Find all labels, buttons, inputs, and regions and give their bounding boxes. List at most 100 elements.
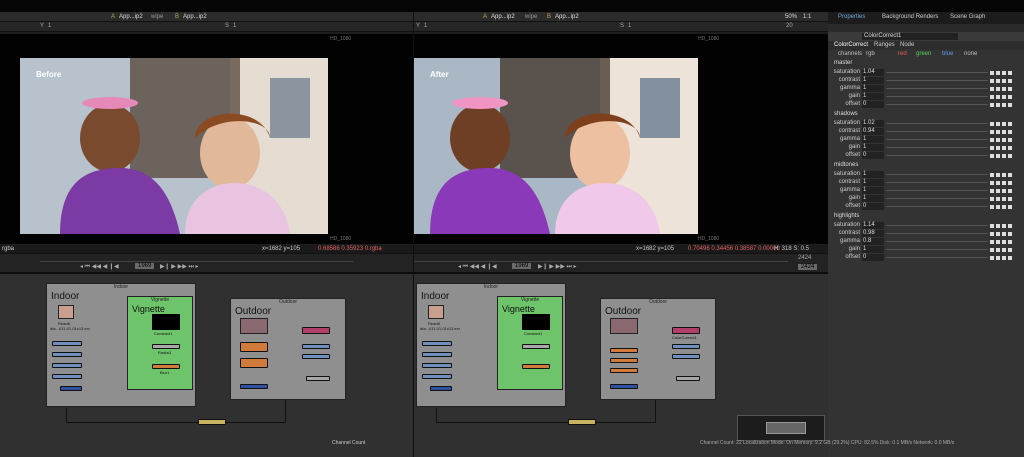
midtones-contrast-channel-icons[interactable]	[990, 180, 1018, 186]
midtones-gain-value[interactable]: 1	[862, 195, 884, 202]
playback-controls[interactable]: ◂ ⏮ ◀◀ ◀ ❙◀	[80, 263, 119, 271]
master-gain-slider[interactable]	[886, 96, 988, 97]
master-gamma-channel-icons[interactable]	[990, 86, 1018, 92]
highlights-gain-value[interactable]: 1	[862, 246, 884, 253]
input-a-tab[interactable]: App...ip2	[116, 13, 146, 21]
node-cc-outdoor-right[interactable]	[672, 327, 700, 334]
master-saturation-value[interactable]: 1.04	[862, 69, 884, 76]
chan-blue[interactable]: blue	[942, 51, 953, 57]
shadows-contrast-value[interactable]: 0.94	[862, 128, 884, 135]
shadows-contrast-slider[interactable]	[886, 131, 988, 132]
midtones-offset-channel-icons[interactable]	[990, 204, 1018, 210]
input-b-tab-right[interactable]: App...ip2	[552, 13, 582, 21]
master-gain-channel-icons[interactable]	[990, 94, 1018, 100]
wipe-label-right[interactable]: wipe	[522, 13, 540, 21]
midtones-gamma-channel-icons[interactable]	[990, 188, 1018, 194]
highlights-offset-slider[interactable]	[886, 257, 988, 258]
highlights-saturation-channel-icons[interactable]	[990, 223, 1018, 229]
node-cc-b[interactable]	[52, 363, 82, 368]
master-contrast-value[interactable]: 1	[862, 77, 884, 84]
chan-green[interactable]: green	[916, 51, 931, 57]
playback-controls-fwd-right[interactable]: ▶❙ ▶ ▶▶ ⏭ ▸	[538, 263, 577, 271]
node-merge-final[interactable]	[198, 419, 226, 425]
node-merge-indoor[interactable]	[60, 386, 82, 391]
highlights-saturation-slider[interactable]	[886, 225, 988, 226]
frame-value[interactable]: 1969	[135, 263, 155, 269]
node-graph-right[interactable]: Indoor Indoor Vignette Vignette Outdoor …	[414, 272, 828, 457]
master-saturation-slider[interactable]	[886, 72, 988, 73]
frame-field[interactable]: 1969	[135, 263, 155, 269]
master-gain-value[interactable]: 1	[862, 93, 884, 100]
highlights-gamma-channel-icons[interactable]	[990, 239, 1018, 245]
shadows-saturation-slider[interactable]	[886, 123, 988, 124]
viewer-canvas[interactable]: HD_1080 Before HD_1080	[0, 34, 413, 244]
backdrop-vignette-right[interactable]: Vignette Vignette	[497, 296, 563, 390]
frame-end[interactable]: 2424	[798, 255, 811, 261]
midtones-contrast-slider[interactable]	[886, 182, 988, 183]
timeline-ruler-right[interactable]	[414, 256, 788, 262]
node-name-field[interactable]: ColorCorrect1	[862, 33, 958, 40]
tab-properties[interactable]: Properties	[838, 14, 865, 20]
node-cc-outdoor-b-right[interactable]	[672, 354, 700, 359]
input-b-tab[interactable]: App...ip2	[180, 13, 210, 21]
subtab-ranges[interactable]: Ranges	[874, 42, 895, 48]
section-master[interactable]: master	[834, 60, 852, 66]
shadows-gain-channel-icons[interactable]	[990, 145, 1018, 151]
node-cc-b-right[interactable]	[422, 363, 452, 368]
node-transform-c-right[interactable]	[610, 368, 638, 373]
midtones-gain-slider[interactable]	[886, 198, 988, 199]
node-grade-outdoor[interactable]	[302, 327, 330, 334]
master-offset-value[interactable]: 0	[862, 101, 884, 108]
shadows-saturation-channel-icons[interactable]	[990, 121, 1018, 127]
s-value-right[interactable]: 1	[628, 23, 631, 29]
tab-scene-graph[interactable]: Scene Graph	[950, 14, 985, 20]
zoom-value[interactable]: 50%	[782, 13, 800, 21]
master-contrast-channel-icons[interactable]	[990, 78, 1018, 84]
highlights-gamma-value[interactable]: 0.8	[862, 238, 884, 245]
master-gamma-value[interactable]: 1	[862, 85, 884, 92]
highlights-gain-channel-icons[interactable]	[990, 247, 1018, 253]
section-shadows[interactable]: shadows	[834, 111, 858, 117]
midtones-saturation-slider[interactable]	[886, 174, 988, 175]
s-value[interactable]: 1	[233, 23, 236, 29]
playback-controls-right[interactable]: ◂ ⏮ ◀◀ ◀ ❙◀	[458, 263, 497, 271]
read-thumbnail-right[interactable]	[428, 305, 444, 319]
node-merge-final-right[interactable]	[568, 419, 596, 425]
section-midtones[interactable]: midtones	[834, 162, 858, 168]
node-radial-right[interactable]	[522, 344, 550, 349]
node-transform-b[interactable]	[240, 358, 268, 368]
master-offset-channel-icons[interactable]	[990, 102, 1018, 108]
midtones-offset-value[interactable]: 0	[862, 203, 884, 210]
midtones-saturation-channel-icons[interactable]	[990, 172, 1018, 178]
frame-out[interactable]: 2424	[798, 264, 818, 270]
shadows-gamma-value[interactable]: 1	[862, 136, 884, 143]
master-contrast-slider[interactable]	[886, 80, 988, 81]
midtones-gamma-value[interactable]: 1	[862, 187, 884, 194]
read-thumbnail[interactable]	[58, 305, 74, 319]
highlights-saturation-value[interactable]: 1.14	[862, 222, 884, 229]
shadows-contrast-channel-icons[interactable]	[990, 129, 1018, 135]
node-merge-outdoor-right[interactable]	[610, 384, 638, 389]
input-a-tab-right[interactable]: App...ip2	[488, 13, 518, 21]
outdoor-read-thumbnail-right[interactable]	[610, 318, 638, 334]
node-cc-outdoor-a[interactable]	[302, 344, 330, 349]
minimap-viewport[interactable]	[766, 422, 806, 434]
backdrop-vignette[interactable]: Vignette Vignette	[127, 296, 193, 390]
frame-value-right[interactable]: 1969	[512, 263, 532, 269]
node-grade-a[interactable]	[52, 341, 82, 346]
y-value[interactable]: 1	[48, 23, 51, 29]
node-merge-indoor-right[interactable]	[430, 386, 452, 391]
outdoor-read-thumbnail[interactable]	[240, 318, 268, 334]
shadows-gain-value[interactable]: 1	[862, 144, 884, 151]
midtones-gain-channel-icons[interactable]	[990, 196, 1018, 202]
node-cc-c-right[interactable]	[422, 374, 452, 379]
viewer-canvas-right[interactable]: HD_1080 After HD_1080	[414, 34, 828, 244]
highlights-contrast-value[interactable]: 0.98	[862, 230, 884, 237]
timeline[interactable]: ◂ ⏮ ◀◀ ◀ ❙◀ 1969 ▶❙ ▶ ▶▶ ⏭ ▸	[0, 253, 413, 272]
shadows-gamma-channel-icons[interactable]	[990, 137, 1018, 143]
master-gamma-slider[interactable]	[886, 88, 988, 89]
shadows-saturation-value[interactable]: 1.02	[862, 120, 884, 127]
shadows-offset-slider[interactable]	[886, 155, 988, 156]
graph-minimap[interactable]	[737, 415, 825, 441]
node-graph-left[interactable]: Indoor Indoor Vignette Vignette Outdoor …	[0, 272, 413, 457]
